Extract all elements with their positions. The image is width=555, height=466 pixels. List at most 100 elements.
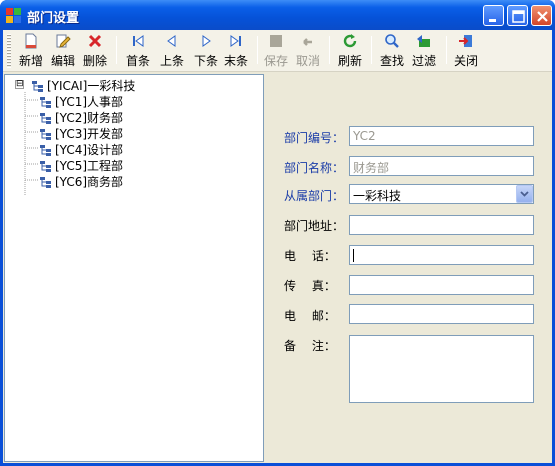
department-form: 部门编号： YC2 部门名称： 财务部 从属部门： 一彩科技 部门地址： 电 话… <box>266 74 551 462</box>
edit-button[interactable]: 编辑 <box>49 33 77 71</box>
parent-dept-label: 从属部门： <box>284 189 345 203</box>
previous-record-button[interactable]: 上条 <box>157 33 187 71</box>
minimize-button[interactable] <box>483 5 504 26</box>
last-record-label: 末条 <box>223 54 248 68</box>
tree-node-yc5[interactable]: [YC5]工程部 <box>39 157 123 173</box>
parent-dept-value: 一彩科技 <box>353 189 402 203</box>
parent-dept-select[interactable]: 一彩科技 <box>349 184 534 204</box>
first-record-icon <box>133 35 144 47</box>
save-icon <box>270 35 282 47</box>
org-chart-icon <box>40 112 51 124</box>
tree-node-yc1[interactable]: [YC1]人事部 <box>39 93 123 109</box>
cancel-label: 取消 <box>295 54 320 68</box>
toolbar-separator <box>257 36 258 64</box>
exit-icon <box>459 35 472 47</box>
next-record-label: 下条 <box>193 54 218 68</box>
org-chart-icon <box>40 176 51 188</box>
next-record-icon <box>202 35 211 47</box>
first-record-label: 首条 <box>125 54 150 68</box>
dept-code-field[interactable]: YC2 <box>349 126 534 146</box>
refresh-label: 刷新 <box>337 54 362 68</box>
toolbar-separator <box>446 36 447 64</box>
filter-button[interactable]: 过滤 <box>409 33 439 71</box>
tree-expander[interactable]: ⊟ <box>15 80 24 89</box>
maximize-button[interactable] <box>507 5 528 26</box>
tree-node-label: [YC1]人事部 <box>55 95 124 109</box>
delete-label: 删除 <box>82 54 107 68</box>
filter-label: 过滤 <box>411 54 436 68</box>
dept-name-label: 部门名称： <box>284 161 345 175</box>
previous-record-icon <box>167 35 176 47</box>
dept-name-field[interactable]: 财务部 <box>349 156 534 176</box>
refresh-icon <box>343 34 357 48</box>
undo-icon <box>303 38 312 46</box>
department-settings-window: 部门设置 新增 编辑 删除 首条 上条 下条 末条 保存 取消 刷新 查找 过滤… <box>0 0 555 466</box>
org-chart-icon <box>40 128 51 140</box>
exit-label: 关闭 <box>453 54 478 68</box>
remark-textarea[interactable] <box>349 335 534 403</box>
edit-icon <box>56 34 71 48</box>
toolbar-separator <box>329 36 330 64</box>
title-bar[interactable]: 部门设置 <box>0 0 555 30</box>
new-document-icon <box>25 33 37 49</box>
toolbar: 新增 编辑 删除 首条 上条 下条 末条 保存 取消 刷新 查找 过滤 关闭 <box>3 30 552 72</box>
window-title: 部门设置 <box>27 11 80 26</box>
new-label: 新增 <box>18 54 43 68</box>
tree-node-label: [YC5]工程部 <box>55 159 124 173</box>
chevron-down-icon <box>520 191 529 197</box>
filter-icon <box>417 35 430 47</box>
org-chart-icon <box>32 80 43 92</box>
find-label: 查找 <box>379 54 404 68</box>
tree-node-yc6[interactable]: [YC6]商务部 <box>39 173 123 189</box>
find-button[interactable]: 查找 <box>377 33 407 71</box>
email-field[interactable] <box>349 304 534 324</box>
client-area: 新增 编辑 删除 首条 上条 下条 末条 保存 取消 刷新 查找 过滤 关闭 ⊟… <box>3 30 552 463</box>
text-caret <box>353 249 354 262</box>
last-record-icon <box>230 35 241 47</box>
previous-record-label: 上条 <box>159 54 184 68</box>
tree-node-label: [YC3]开发部 <box>55 127 124 141</box>
cancel-button[interactable]: 取消 <box>293 33 323 71</box>
tree-node-label: [YC2]财务部 <box>55 111 124 125</box>
close-window-button[interactable] <box>531 5 552 26</box>
delete-button[interactable]: 删除 <box>81 33 109 71</box>
email-label: 电 邮： <box>284 309 336 323</box>
address-label: 部门地址： <box>284 219 345 233</box>
department-tree[interactable]: ⊟ [YICAI]一彩科技 [YC1]人事部 [YC2]财务部 [YC3]开发部… <box>4 74 264 462</box>
tree-node-label: [YC6]商务部 <box>55 175 124 189</box>
tree-node-yc3[interactable]: [YC3]开发部 <box>39 125 123 141</box>
close-icon <box>537 11 548 22</box>
save-label: 保存 <box>263 54 288 68</box>
phone-field[interactable] <box>349 245 534 265</box>
next-record-button[interactable]: 下条 <box>191 33 221 71</box>
org-chart-icon <box>40 160 51 172</box>
last-record-button[interactable]: 末条 <box>221 33 251 71</box>
exit-button[interactable]: 关闭 <box>451 33 481 71</box>
toolbar-separator <box>116 36 117 64</box>
fax-label: 传 真： <box>284 279 336 293</box>
remark-label: 备 注： <box>284 339 336 353</box>
edit-label: 编辑 <box>50 54 75 68</box>
new-button[interactable]: 新增 <box>17 33 45 71</box>
tree-node-root[interactable]: [YICAI]一彩科技 <box>31 77 135 93</box>
first-record-button[interactable]: 首条 <box>123 33 153 71</box>
tree-node-label: [YICAI]一彩科技 <box>47 79 136 93</box>
minimize-icon <box>489 19 496 22</box>
toolbar-grip[interactable] <box>7 34 11 68</box>
maximize-icon <box>512 10 525 23</box>
refresh-button[interactable]: 刷新 <box>335 33 365 71</box>
phone-label: 电 话： <box>284 249 336 263</box>
dept-code-label: 部门编号： <box>284 131 345 145</box>
save-button[interactable]: 保存 <box>261 33 291 71</box>
address-field[interactable] <box>349 215 534 235</box>
tree-node-yc2[interactable]: [YC2]财务部 <box>39 109 123 125</box>
tree-node-yc4[interactable]: [YC4]设计部 <box>39 141 123 157</box>
toolbar-separator <box>371 36 372 64</box>
org-chart-icon <box>40 144 51 156</box>
delete-icon <box>88 34 102 48</box>
app-icon <box>6 8 22 24</box>
dropdown-button[interactable] <box>516 185 533 203</box>
tree-node-label: [YC4]设计部 <box>55 143 124 157</box>
fax-field[interactable] <box>349 275 534 295</box>
find-icon <box>385 34 399 48</box>
